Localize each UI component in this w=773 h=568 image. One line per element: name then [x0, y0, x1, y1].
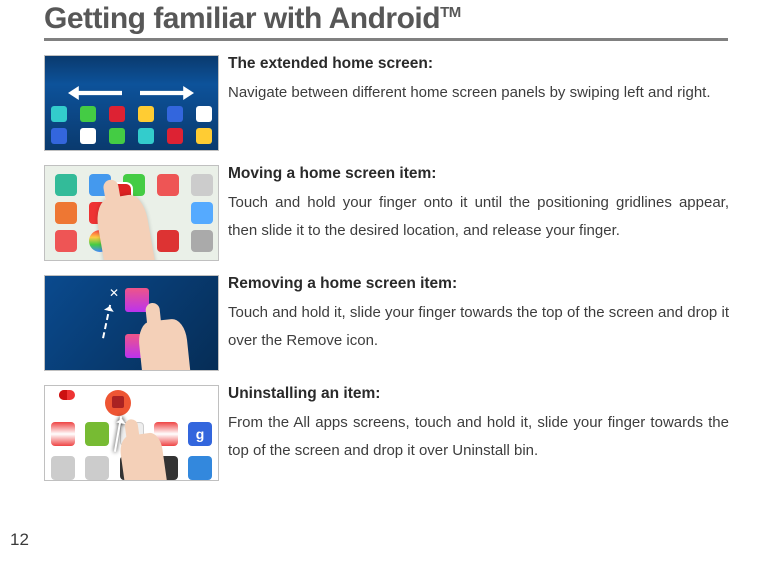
illustration-swipe-panels [44, 55, 219, 151]
section-text: From the All apps screens, touch and hol… [228, 409, 729, 465]
trademark-symbol: TM [440, 4, 461, 21]
section-heading: Removing a home screen item: [228, 275, 729, 293]
section-extended-home: The extended home screen: Navigate betwe… [44, 55, 729, 151]
arrow-right-icon [140, 86, 194, 100]
app-icon-row [51, 128, 212, 144]
section-uninstalling-item: g Uninstalling an item: From the All app… [44, 385, 729, 481]
hand-icon [94, 192, 159, 261]
illustration-remove-item: ✕ [44, 275, 219, 371]
section-moving-item: Moving a home screen item: Touch and hol… [44, 165, 729, 261]
illustration-uninstall-item: g [44, 385, 219, 481]
section-heading: Uninstalling an item: [228, 385, 729, 403]
section-heading: Moving a home screen item: [228, 165, 729, 183]
page-title: Getting familiar with AndroidTM [44, 2, 729, 36]
illustration-move-item [44, 165, 219, 261]
title-underline [44, 38, 728, 41]
arrow-up-icon [102, 305, 121, 341]
hand-icon [137, 318, 193, 371]
section-removing-item: ✕ Removing a home screen item: Touch and… [44, 275, 729, 371]
page-number: 12 [10, 530, 29, 550]
remove-x-icon: ✕ [109, 286, 119, 300]
section-heading: The extended home screen: [228, 55, 729, 73]
section-text: Touch and hold it, slide your finger tow… [228, 299, 729, 355]
page-title-text: Getting familiar with Android [44, 2, 440, 35]
section-text: Touch and hold your finger onto it until… [228, 189, 729, 245]
section-text: Navigate between different home screen p… [228, 79, 729, 107]
arrow-left-icon [68, 86, 122, 100]
pill-icon [59, 390, 75, 400]
app-icon-row [51, 106, 212, 122]
